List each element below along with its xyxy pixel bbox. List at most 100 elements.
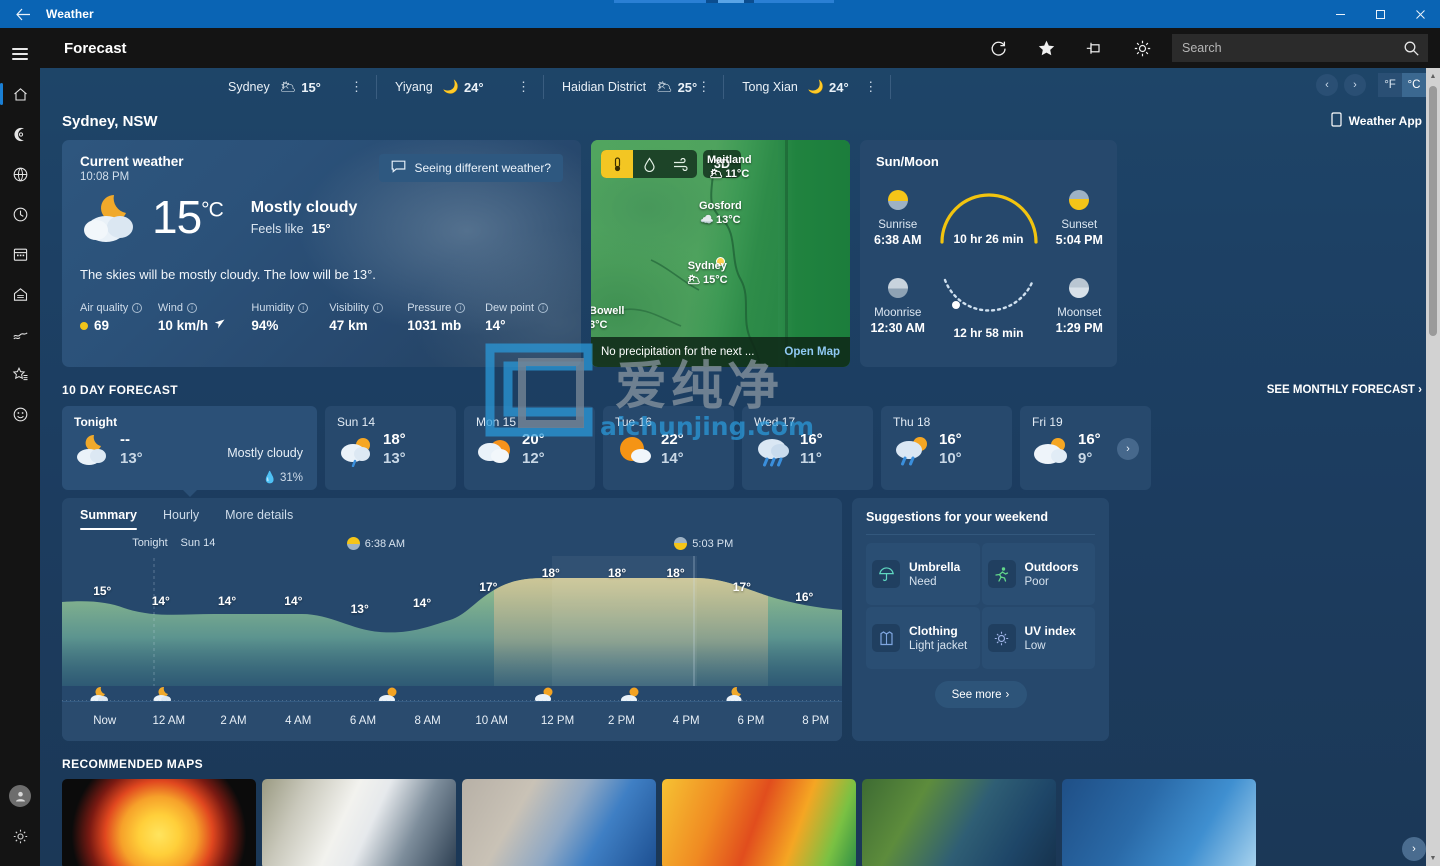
location-tab-yiyang[interactable]: Yiyang 🌙 24° ⋮ — [377, 68, 544, 106]
forecast-card-tonight[interactable]: Tonight -- 13° Mostly cloudy 💧 31% — [62, 406, 317, 490]
info-icon[interactable]: i — [538, 303, 548, 313]
search-box[interactable] — [1172, 34, 1428, 62]
seeing-different-weather-label: Seeing different weather? — [414, 161, 551, 175]
marker-tonight: Tonight — [132, 537, 167, 549]
unit-fahrenheit-button[interactable]: °F — [1378, 73, 1402, 97]
temp-label-8: 18° — [608, 566, 626, 580]
ten-day-next-button[interactable]: › — [1117, 438, 1139, 460]
sidebar-item-favorites[interactable] — [0, 354, 40, 394]
minimize-button[interactable] — [1320, 0, 1360, 28]
recommended-maps-next-button[interactable]: › — [1402, 837, 1426, 861]
hamburger-menu-icon[interactable] — [0, 34, 40, 74]
running-icon — [988, 560, 1016, 588]
forecast-card-thu-18[interactable]: Thu 18 16° 10° — [881, 406, 1012, 490]
back-button[interactable] — [0, 0, 46, 28]
jacket-icon — [872, 624, 900, 652]
suggestion-clothing[interactable]: Clothing Light jacket — [866, 607, 980, 669]
forecast-card-tue-16[interactable]: Tue 16 22° 14° — [603, 406, 734, 490]
location-tab-label: Yiyang — [395, 80, 433, 94]
see-monthly-forecast-link[interactable]: SEE MONTHLY FORECAST › — [1267, 384, 1422, 396]
chart-hour-axis: Now 12 AM 2 AM 4 AM 6 AM 8 AM 10 AM 12 P… — [62, 701, 842, 741]
sun-moon-card: Sun/Moon Sunrise 6:38 AM 10 hr 26 min — [860, 140, 1117, 367]
location-tab-strip: Sydney 🌥 15° ⋮ Yiyang 🌙 24° ⋮ Haidian Di… — [40, 68, 1440, 106]
sidebar-item-settings[interactable] — [0, 816, 40, 856]
sunrise-block: Sunrise 6:38 AM — [860, 190, 936, 247]
tabs-prev-button[interactable]: ‹ — [1316, 74, 1338, 96]
forecast-high: -- — [120, 431, 143, 450]
info-icon[interactable]: i — [373, 303, 383, 313]
tab-summary[interactable]: Summary — [80, 508, 137, 530]
map-tile-satellite-storm[interactable] — [262, 779, 456, 866]
brightness-icon[interactable] — [1118, 28, 1166, 68]
sunset-icon — [674, 537, 687, 550]
open-map-link[interactable]: Open Map — [784, 346, 840, 358]
sidebar-item-historical[interactable] — [0, 274, 40, 314]
suggestion-uv-index[interactable]: UV index Low — [982, 607, 1096, 669]
search-icon[interactable] — [1394, 34, 1428, 62]
forecast-card-mon-15[interactable]: Mon 15 20° 12° — [464, 406, 595, 490]
sunset-block: Sunset 5:04 PM — [1042, 190, 1118, 247]
scroll-up-arrow[interactable]: ▲ — [1426, 68, 1440, 84]
sidebar-item-home[interactable] — [0, 74, 40, 114]
location-tab-tong-xian[interactable]: Tong Xian 🌙 24° ⋮ — [724, 68, 891, 106]
favorite-star-icon[interactable] — [1022, 28, 1070, 68]
weather-app-label: Weather App — [1349, 114, 1422, 128]
precipitation-layer-icon[interactable] — [633, 150, 665, 178]
suggestion-outdoors[interactable]: Outdoors Poor — [982, 543, 1096, 605]
info-icon[interactable]: i — [132, 303, 142, 313]
seeing-different-weather-button[interactable]: Seeing different weather? — [379, 154, 563, 182]
location-tab-menu-icon[interactable]: ⋮ — [350, 84, 363, 90]
map-tile-precipitation-globe[interactable] — [462, 779, 656, 866]
pin-icon[interactable] — [1070, 28, 1118, 68]
sidebar-item-clock[interactable] — [0, 194, 40, 234]
location-tab-menu-icon[interactable]: ⋮ — [864, 84, 877, 90]
forecast-card-fri-19[interactable]: Fri 19 16° 9° › — [1020, 406, 1151, 490]
location-tab-label: Sydney — [228, 80, 270, 94]
suggestion-umbrella[interactable]: Umbrella Need — [866, 543, 980, 605]
tabs-next-button[interactable]: › — [1344, 74, 1366, 96]
location-tab-menu-icon[interactable]: ⋮ — [517, 84, 530, 90]
maximize-button[interactable] — [1360, 0, 1400, 28]
scroll-down-arrow[interactable]: ▼ — [1426, 850, 1440, 866]
title-accent-strip — [614, 0, 834, 3]
map-tile-heat[interactable] — [662, 779, 856, 866]
sidebar-item-feedback[interactable] — [0, 394, 40, 434]
weather-app-link[interactable]: Weather App — [1331, 112, 1422, 130]
see-more-button[interactable]: See more› — [935, 681, 1027, 708]
sidebar-item-account[interactable] — [0, 776, 40, 816]
unit-celsius-button[interactable]: °C — [1402, 73, 1426, 97]
weather-map-card[interactable]: 3D Maitland 🌥11°C Gosford ☁️13°C Sydney … — [591, 140, 850, 367]
stat-humidity: Humidityi 94% — [251, 302, 329, 333]
page-title: Forecast — [64, 40, 127, 57]
sidebar-item-globe[interactable] — [0, 154, 40, 194]
vertical-scrollbar[interactable]: ▲ ▼ — [1426, 68, 1440, 866]
location-tab-haidian-district[interactable]: Haidian District 🌥 25° ⋮ — [544, 68, 724, 106]
temperature-layer-icon[interactable] — [601, 150, 633, 178]
scrollbar-thumb[interactable] — [1429, 86, 1437, 336]
info-icon[interactable]: i — [298, 303, 308, 313]
info-icon[interactable]: i — [187, 303, 197, 313]
tab-more-details[interactable]: More details — [225, 508, 293, 530]
sidebar-item-calendar[interactable] — [0, 234, 40, 274]
map-tile-vegetation[interactable] — [862, 779, 1056, 866]
info-icon[interactable]: i — [455, 303, 465, 313]
location-tab-menu-icon[interactable]: ⋮ — [697, 84, 710, 90]
wind-layer-icon[interactable] — [665, 150, 697, 178]
map-tile-temperature-globe[interactable] — [62, 779, 256, 866]
day-duration: 10 hr 26 min — [936, 232, 1042, 246]
forecast-card-wed-17[interactable]: Wed 17 16° 11° — [742, 406, 873, 490]
forecast-card-sun-14[interactable]: Sun 14 18° 13° — [325, 406, 456, 490]
map-tile-wind[interactable] — [1062, 779, 1256, 866]
refresh-icon[interactable] — [974, 28, 1022, 68]
location-tab-temp: 24° — [464, 80, 484, 95]
close-button[interactable] — [1400, 0, 1440, 28]
map-pin-gosford: Gosford ☁️13°C — [699, 200, 742, 228]
sidebar-item-trends[interactable] — [0, 314, 40, 354]
tab-hourly[interactable]: Hourly — [163, 508, 199, 530]
sidebar-item-maps[interactable] — [0, 114, 40, 154]
droplet-icon: 💧 — [262, 472, 276, 484]
search-input[interactable] — [1172, 41, 1394, 55]
location-tab-sydney[interactable]: Sydney 🌥 15° ⋮ — [210, 68, 377, 106]
stat-visibility: Visibilityi 47 km — [329, 302, 407, 333]
hour-label-5: 8 AM — [415, 715, 441, 727]
